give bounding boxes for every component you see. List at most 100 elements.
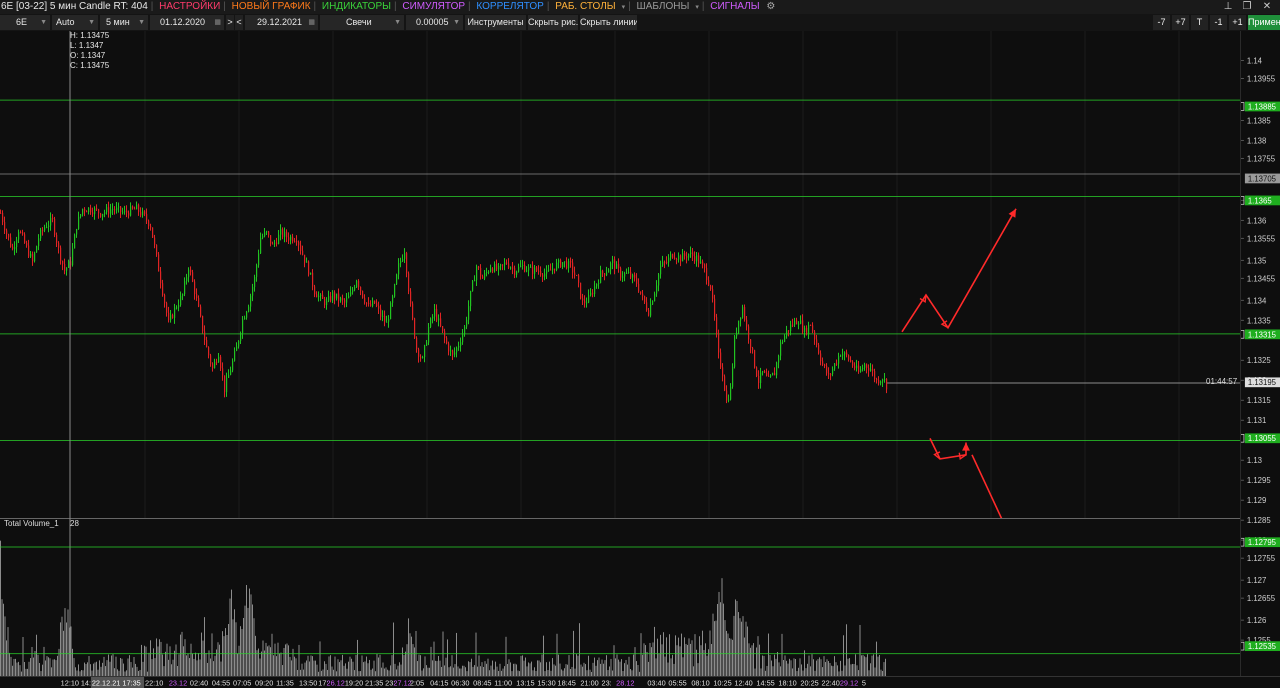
volume-bar [324, 661, 325, 676]
menu-settings[interactable]: НАСТРОЙКИ [156, 0, 223, 14]
candle-body [506, 262, 508, 264]
scale-select[interactable]: Auto ▼ [52, 15, 98, 30]
candle-body [298, 241, 300, 246]
candle-body [458, 345, 460, 348]
chart-type-select[interactable]: Свечи ▼ [320, 15, 404, 30]
volume-bar [828, 661, 829, 676]
volume-bar [714, 621, 715, 676]
ohlc-close: C: 1.13475 [70, 61, 110, 70]
volume-bar [843, 635, 844, 676]
candle-body [436, 308, 438, 321]
step-plus-7-button[interactable]: +7 [1172, 15, 1189, 30]
price-chart[interactable] [0, 31, 1240, 518]
volume-bar [523, 660, 525, 676]
candle-body [182, 294, 184, 296]
step-plus-1-button[interactable]: +1 [1229, 15, 1246, 30]
menu-indicators[interactable]: ИНДИКАТОРЫ [319, 0, 394, 14]
candle-body [130, 206, 132, 216]
volume-bar [400, 664, 402, 676]
candle-body [360, 286, 362, 291]
volume-bar [456, 632, 457, 676]
level-remove-icon[interactable] [1240, 330, 1245, 339]
menu-templates[interactable]: ШАБЛОНЫ [634, 0, 693, 14]
red-arrow-drawings[interactable] [901, 208, 1017, 518]
candle-body [390, 302, 392, 320]
menu-correlator[interactable]: КОРРЕЛЯТОР [473, 0, 546, 14]
candle-body [124, 210, 126, 212]
candle-body [248, 306, 250, 312]
menu-separator: | [701, 1, 705, 12]
price-tick-label: 1.13 [1247, 456, 1262, 465]
calendar-icon[interactable]: ▦ [308, 15, 315, 30]
volume-bar [403, 655, 405, 676]
chevron-down-icon[interactable]: ▾ [692, 1, 702, 14]
candle-body [500, 264, 502, 266]
pin-icon[interactable]: ⊥ [1221, 0, 1235, 14]
candle-body [154, 237, 156, 245]
candle-body [244, 317, 246, 320]
volume-chart[interactable] [0, 518, 1240, 676]
nav-back-button[interactable]: < [235, 15, 243, 30]
volume-bar [564, 668, 565, 676]
instruments-button[interactable]: Инструменты [465, 15, 526, 30]
time-axis[interactable]: 12:10 14: 22.12.21 17:35 22:10 23.12 02:40 04:… [0, 676, 1280, 688]
apply-button[interactable]: Примен [1248, 15, 1280, 30]
volume-bar [273, 655, 274, 676]
date-to-field[interactable]: 29.12.2021 ▦ [245, 15, 318, 30]
tick-size-field[interactable]: 0.00005 ▼ [406, 15, 463, 30]
menu-simulator[interactable]: СИМУЛЯТОР [399, 0, 468, 14]
candle-body [604, 273, 606, 276]
calendar-icon[interactable]: ▦ [214, 15, 221, 30]
volume-bar [577, 655, 579, 676]
candle-body [216, 361, 218, 363]
time-axis-label: 28.12 [616, 678, 634, 687]
volume-bar [382, 662, 384, 676]
level-remove-icon[interactable] [1240, 433, 1245, 443]
volume-bar [679, 646, 681, 676]
volume-bar [694, 634, 696, 676]
step-minus-7-button[interactable]: -7 [1153, 15, 1170, 30]
volume-bar [312, 656, 313, 676]
volume-bar [417, 661, 418, 676]
symbol-select[interactable]: 6E ▼ [0, 15, 50, 30]
candle-body [446, 337, 448, 344]
close-icon[interactable]: ✕ [1260, 0, 1274, 14]
restore-icon[interactable]: ❐ [1240, 0, 1254, 14]
step-minus-1-button[interactable]: -1 [1210, 15, 1227, 30]
candle-body [438, 318, 440, 321]
hide-drawings-button[interactable]: Скрыть рис. [528, 15, 578, 30]
candle-body [564, 261, 566, 263]
volume-bar [465, 667, 466, 676]
candle-body [270, 235, 272, 244]
volume-bar [258, 648, 259, 676]
candle-body [162, 283, 164, 296]
price-axis[interactable]: 1.14 1.13955 1.1385 1.138 1.13755 1.1365 1.136… [1240, 31, 1280, 676]
level-price-label: 1.13055 [1248, 434, 1277, 443]
level-remove-icon[interactable] [1240, 102, 1245, 111]
volume-bar [376, 654, 378, 676]
menu-signals[interactable]: СИГНАЛЫ [707, 0, 762, 14]
step-t-button[interactable]: T [1191, 15, 1208, 30]
hide-lines-button[interactable]: Скрыть линии [580, 15, 637, 30]
level-remove-icon[interactable] [1240, 537, 1245, 547]
menu-workspaces[interactable]: РАБ. СТОЛЫ [552, 0, 618, 14]
volume-bar [432, 660, 433, 676]
nav-forward-button[interactable]: > [226, 15, 234, 30]
candle-body [656, 285, 658, 294]
chevron-down-icon: ▼ [453, 19, 460, 26]
volume-bar [129, 655, 130, 676]
gear-icon[interactable]: ⚙ [765, 0, 775, 14]
date-from-field[interactable]: 01.12.2020 ▦ [150, 15, 224, 30]
timeframe-select[interactable]: 5 мин ▼ [100, 15, 148, 30]
volume-bar [673, 663, 675, 676]
level-remove-icon[interactable] [1240, 641, 1245, 651]
candle-body [6, 230, 8, 235]
menu-new-chart[interactable]: НОВЫЙ ГРАФИК [229, 0, 314, 14]
candle-body [566, 261, 568, 269]
price-tick-label: 1.1285 [1247, 516, 1272, 525]
candle-body [444, 330, 446, 338]
chevron-down-icon[interactable]: ▾ [619, 1, 629, 14]
candle-body [370, 304, 372, 306]
candle-body [786, 330, 788, 337]
candle-body [388, 319, 390, 322]
